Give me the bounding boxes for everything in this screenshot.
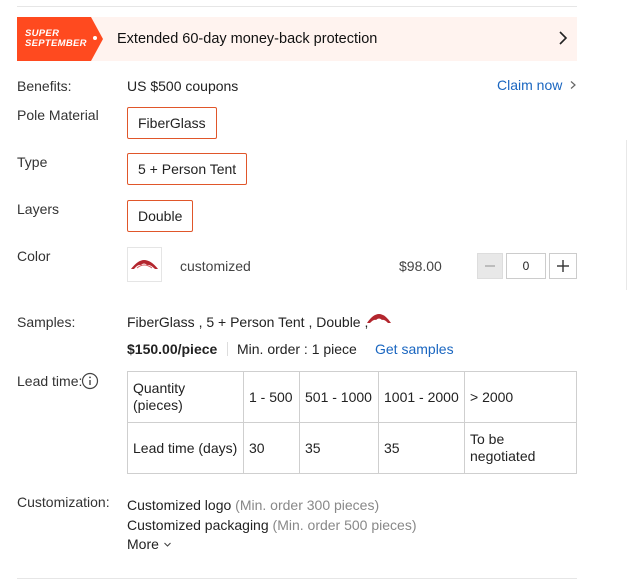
sample-price: $150.00/piece [127,341,218,357]
banner-text: Extended 60-day money-back protection [117,31,378,47]
table-header-cell: Quantity (pieces) [127,371,244,423]
tag-line-2: SEPTEMBER [25,38,87,49]
benefits-label: Benefits: [17,78,72,94]
customization-item-note: (Min. order 300 pieces) [235,497,380,513]
chevron-down-icon [163,542,171,547]
table-cell: To be negotiated [464,422,577,474]
tag-dot [93,36,97,40]
plus-icon [557,260,569,272]
more-label: More [127,536,159,552]
table-cell: 35 [299,422,379,474]
customization-item-name: Customized packaging [127,517,269,533]
bottom-divider [17,578,577,579]
option-fiberglass[interactable]: FiberGlass [127,107,217,139]
color-thumbnail[interactable] [127,247,162,282]
option-double[interactable]: Double [127,200,194,232]
option-5-person-tent[interactable]: 5 + Person Tent [127,153,248,185]
sample-divider [227,342,228,356]
claim-now-label: Claim now [497,77,563,93]
tent-sample-icon [367,314,391,323]
layers-label: Layers [17,201,60,217]
table-row: Lead time (days) 30 35 35 To be negotiat… [127,422,577,474]
table-cell: 501 - 1000 [299,371,379,423]
tent-thumbnail-icon [131,260,158,269]
table-cell: > 2000 [464,371,577,423]
top-divider [17,6,577,7]
type-label: Type [17,154,48,170]
chevron-right-icon [570,81,577,89]
customization-label: Customization: [17,494,110,510]
color-price: $98.00 [399,258,442,274]
table-cell: 30 [243,422,300,474]
table-cell: 1001 - 2000 [378,371,465,423]
get-samples-link[interactable]: Get samples [375,341,454,357]
quantity-input[interactable] [506,253,546,279]
info-icon[interactable] [81,372,99,390]
samples-label: Samples: [17,314,76,330]
lead-time-table: Quantity (pieces) 1 - 500 501 - 1000 100… [127,371,577,474]
benefits-value: US $500 coupons [127,78,239,94]
color-name: customized [180,258,251,274]
lead-time-label: Lead time: [17,373,83,389]
panel-edge [626,140,627,290]
claim-now-link[interactable]: Claim now [497,77,578,93]
customization-item-note: (Min. order 500 pieces) [272,517,417,533]
chevron-right-icon[interactable] [555,30,571,46]
table-header-cell: Lead time (days) [127,422,244,474]
table-cell: 1 - 500 [243,371,300,423]
more-toggle[interactable]: More [127,536,172,552]
table-row: Quantity (pieces) 1 - 500 501 - 1000 100… [127,371,577,423]
minus-icon [485,265,495,267]
customization-item-name: Customized logo [127,497,232,513]
sample-min-order: Min. order : 1 piece [237,341,357,357]
super-september-tag: SUPER SEPTEMBER [17,17,103,61]
sample-selection: FiberGlass , 5 + Person Tent , Double , [127,314,369,330]
quantity-increase-button[interactable] [549,253,577,279]
customization-item: Customized logo (Min. order 300 pieces) [127,497,379,513]
color-label: Color [17,248,51,264]
quantity-decrease-button[interactable] [477,253,503,279]
table-cell: 35 [378,422,465,474]
pole-material-label: Pole Material [17,107,99,123]
customization-item: Customized packaging (Min. order 500 pie… [127,517,416,533]
promo-banner[interactable]: SUPER SEPTEMBER Extended 60-day money-ba… [17,17,577,61]
